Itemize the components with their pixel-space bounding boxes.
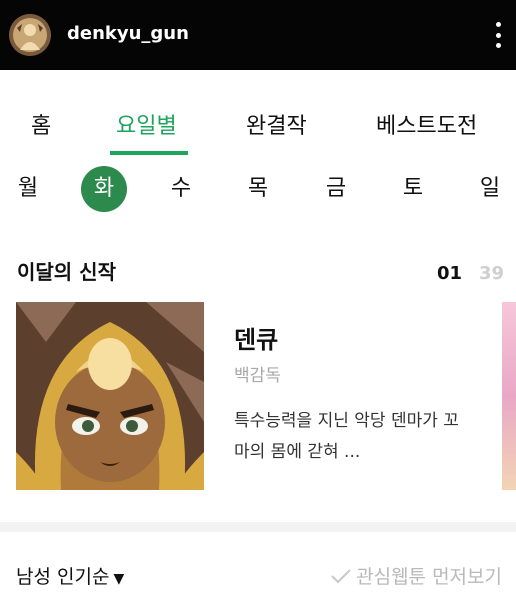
- next-webtoon-thumbnail[interactable]: [502, 302, 516, 490]
- sort-label: 남성 인기순: [16, 566, 110, 588]
- webtoon-thumbnail[interactable]: [16, 302, 204, 490]
- favorites-first-label: 관심웹툰 먼저보기: [356, 566, 502, 588]
- favorites-first-toggle[interactable]: 관심웹툰 먼저보기: [330, 562, 502, 589]
- tab-by-weekday[interactable]: 요일별: [116, 108, 177, 140]
- webtoon-description: 특수능력을 지닌 악당 덴마가 꼬마의 몸에 갇혀 ...: [234, 411, 459, 462]
- day-thu[interactable]: 목: [235, 166, 281, 212]
- avatar[interactable]: [9, 14, 51, 56]
- day-sat[interactable]: 토: [390, 166, 436, 212]
- check-icon: [331, 568, 351, 583]
- caret-down-icon: ▼: [113, 571, 125, 587]
- webtoon-author: 백감독: [234, 366, 281, 386]
- sort-dropdown[interactable]: 남성 인기순 ▼: [16, 562, 124, 589]
- username[interactable]: denkyu_gun: [67, 23, 189, 44]
- section-title: 이달의 신작: [17, 260, 116, 284]
- page-total: 39: [479, 263, 505, 284]
- more-options-icon[interactable]: [494, 22, 502, 48]
- weekday-selector: 월 화 수 목 금 토 일: [0, 166, 516, 212]
- day-fri[interactable]: 금: [313, 166, 359, 212]
- tab-best-challenge[interactable]: 베스트도전: [376, 108, 477, 140]
- section-divider: [0, 522, 516, 532]
- day-sun[interactable]: 일: [467, 166, 513, 212]
- top-bar: denkyu_gun: [0, 0, 516, 70]
- webtoon-title[interactable]: 덴큐: [234, 320, 278, 355]
- main-tabs: 홈 요일별 완결작 베스트도전: [0, 70, 516, 158]
- avatar-image: [9, 14, 51, 56]
- day-wed[interactable]: 수: [158, 166, 204, 212]
- day-tue[interactable]: 화: [81, 166, 127, 212]
- page-current: 01: [437, 263, 463, 284]
- day-mon[interactable]: 월: [5, 166, 51, 212]
- webtoon-thumbnail-art: [16, 302, 204, 490]
- tab-completed[interactable]: 완결작: [246, 108, 307, 140]
- tab-home[interactable]: 홈: [31, 108, 51, 140]
- active-tab-indicator: [110, 151, 188, 155]
